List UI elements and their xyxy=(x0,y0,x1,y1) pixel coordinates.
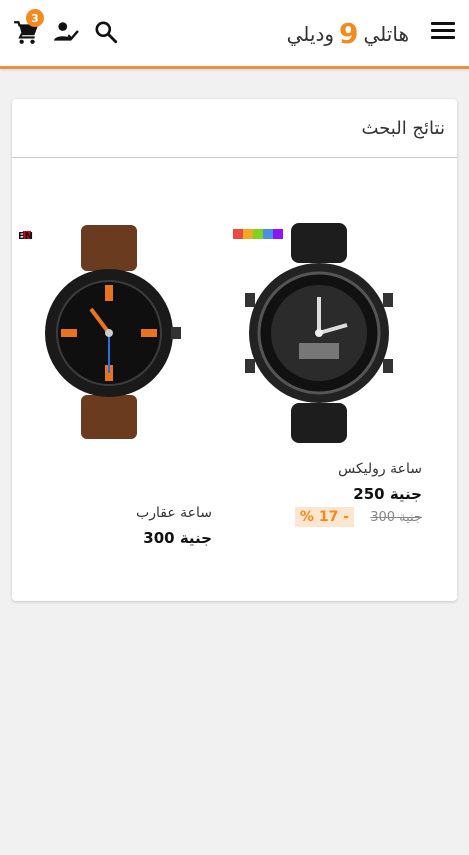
product-card[interactable]: ساعة روليكس جنية 250 جنية 300 % 17 - xyxy=(214,223,424,563)
svg-text:CURREN: CURREN xyxy=(19,231,33,242)
product-price: جنية 250 xyxy=(353,485,422,503)
logo-number: 9 xyxy=(339,17,359,50)
product-name: ساعة عقارب xyxy=(136,505,212,521)
discount-badge: % 17 - xyxy=(294,507,354,527)
cart-button[interactable]: 3 xyxy=(12,9,44,46)
search-icon xyxy=(95,21,118,44)
logo-text-part2: وديلي xyxy=(286,22,335,46)
product-name: ساعة روليكس xyxy=(338,461,422,477)
menu-icon-bar xyxy=(431,29,455,32)
app-logo[interactable]: هاتلي 9 وديلي xyxy=(287,18,409,50)
menu-icon-bar xyxy=(431,36,455,39)
account-button[interactable] xyxy=(52,18,80,46)
results-title: نتائج البحث xyxy=(361,117,446,139)
cart-count-badge: 3 xyxy=(26,9,44,27)
logo-text-part1: هاتلي xyxy=(363,22,410,46)
search-button[interactable] xyxy=(92,18,120,46)
product-card[interactable]: CURREN ساعة عقارب جنية 300 xyxy=(4,223,214,563)
menu-icon-bar xyxy=(431,22,455,25)
menu-button[interactable] xyxy=(431,22,455,42)
user-check-icon xyxy=(54,22,79,41)
curren-brand-logo: CURREN xyxy=(19,231,33,242)
product-image-digital-watch xyxy=(233,223,393,443)
search-results-card: نتائج البحث ساعة روليكس جنية 250 جنية 30… xyxy=(12,99,457,601)
product-old-price: جنية 300 xyxy=(370,510,422,525)
product-price: جنية 300 xyxy=(143,529,212,547)
results-header: نتائج البحث xyxy=(12,99,457,158)
product-image-analog-watch: CURREN xyxy=(19,225,181,439)
top-app-bar: هاتلي 9 وديلي 3 xyxy=(0,0,469,69)
skmei-brand-logo xyxy=(233,229,283,239)
